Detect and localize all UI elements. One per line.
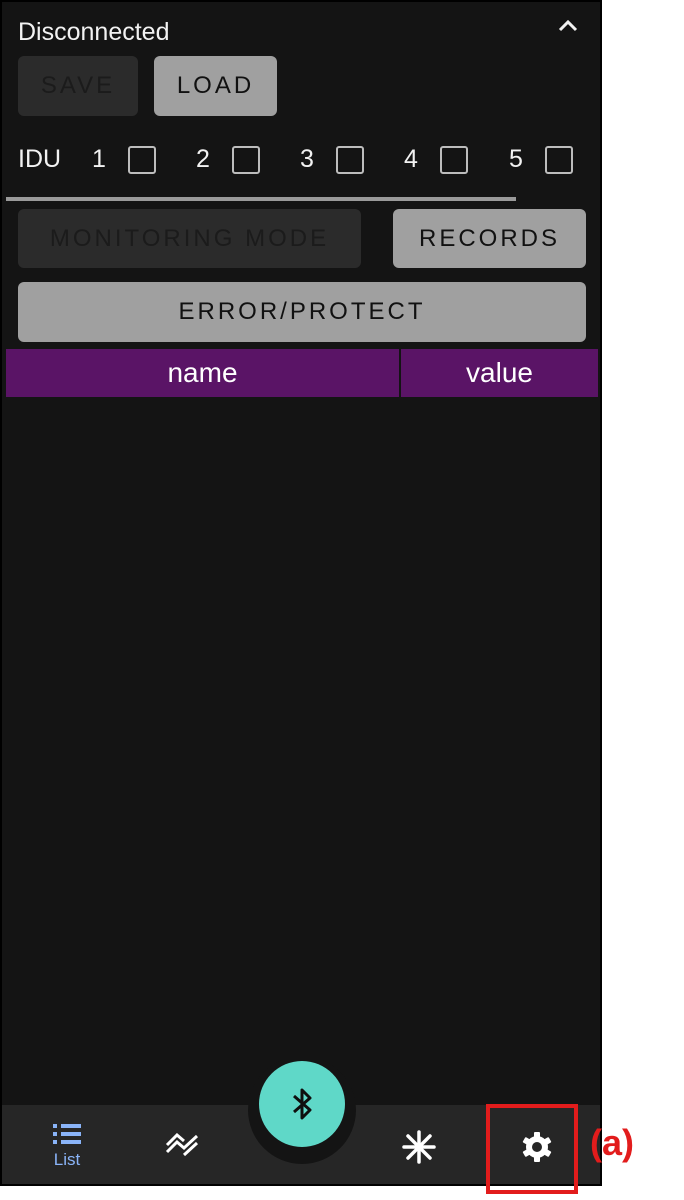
idu-3-checkbox[interactable]	[336, 146, 364, 174]
idu-5-label: 5	[509, 145, 523, 173]
app-screen: Disconnected SAVE LOAD IDU 1 2 3 4 5 MON…	[0, 0, 602, 1186]
progress-divider	[6, 197, 516, 201]
trend-icon	[165, 1133, 199, 1157]
nav-item-list[interactable]: List	[42, 1121, 92, 1170]
monitoring-mode-button[interactable]: MONITORING MODE	[18, 209, 361, 268]
idu-5-checkbox[interactable]	[545, 146, 573, 174]
nav-item-cooling[interactable]	[401, 1129, 437, 1165]
column-header-name[interactable]: name	[6, 349, 401, 397]
load-button[interactable]: LOAD	[154, 56, 277, 116]
idu-4-label: 4	[404, 145, 418, 173]
chevron-up-icon[interactable]	[554, 12, 582, 40]
idu-label: IDU	[18, 145, 62, 173]
bluetooth-icon	[293, 1088, 312, 1120]
idu-2-label: 2	[196, 145, 210, 173]
nav-item-trend[interactable]	[164, 1133, 200, 1157]
annotation-label: (a)	[590, 1122, 634, 1163]
bluetooth-connect-button[interactable]	[259, 1061, 345, 1147]
list-icon	[53, 1124, 81, 1144]
records-button[interactable]: RECORDS	[393, 209, 586, 268]
idu-4-checkbox[interactable]	[440, 146, 468, 174]
idu-2-checkbox[interactable]	[232, 146, 260, 174]
table-header: name value	[6, 349, 598, 397]
idu-1-checkbox[interactable]	[128, 146, 156, 174]
error-protect-button[interactable]: ERROR/PROTECT	[18, 282, 586, 342]
idu-1-label: 1	[92, 145, 106, 173]
annotation-highlight-box	[486, 1104, 578, 1194]
save-button[interactable]: SAVE	[18, 56, 138, 116]
snowflake-icon	[402, 1130, 436, 1164]
nav-label-list: List	[53, 1150, 81, 1169]
connection-status: Disconnected	[18, 18, 170, 46]
idu-3-label: 3	[300, 145, 314, 173]
column-header-value[interactable]: value	[401, 349, 598, 397]
